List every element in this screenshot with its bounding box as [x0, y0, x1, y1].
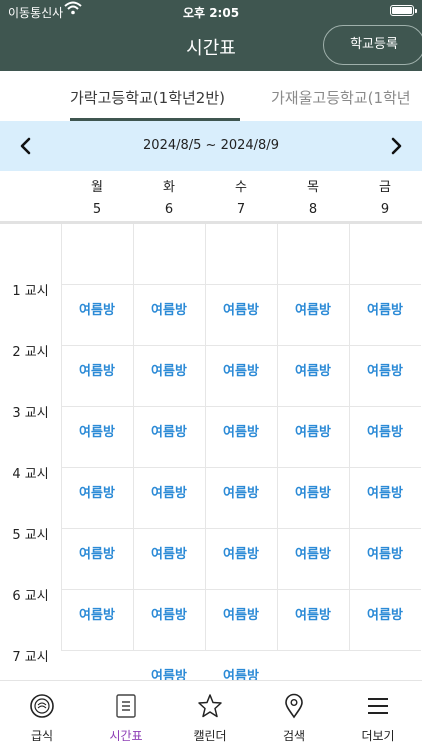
- timetable-cell[interactable]: [277, 285, 349, 346]
- timetable-cell[interactable]: [349, 590, 421, 651]
- timetable-cell[interactable]: [349, 224, 421, 285]
- timetable-row: 2 교시 여름방 여름방 여름방 여름방 여름방: [0, 285, 422, 379]
- timetable-cell[interactable]: [61, 285, 133, 346]
- timetable-row: 5 교시 여름방 여름방 여름방 여름방 여름방: [0, 468, 422, 562]
- nav-label: 시간표: [109, 729, 143, 743]
- timetable-row: 3 교시 여름방 여름방 여름방 여름방 여름방: [0, 346, 422, 440]
- register-school-button[interactable]: 학교등록: [323, 25, 422, 65]
- day-name: 금: [379, 180, 391, 195]
- tab-school-gajaeul[interactable]: 가재울고등학교(1학년: [271, 87, 411, 108]
- day-date: 7: [236, 202, 246, 217]
- timetable-cell[interactable]: [205, 407, 277, 468]
- day-column-header: 목 8: [277, 177, 349, 221]
- timetable-row: 1 교시 여름방 여름방 여름방 여름방 여름방: [0, 224, 422, 318]
- nav-label: 검색: [282, 729, 306, 743]
- timetable-cell[interactable]: [133, 346, 205, 407]
- nav-item-more[interactable]: 더보기: [336, 687, 420, 747]
- timetable-cell[interactable]: [205, 590, 277, 651]
- timetable-grid: 1 교시 여름방 여름방 여름방 여름방 여름방 2 교시 여름방 여름방 여름…: [0, 224, 422, 680]
- timetable-cell[interactable]: [205, 529, 277, 590]
- nav-label: 캘린더: [193, 729, 227, 743]
- timetable-cell[interactable]: [277, 468, 349, 529]
- nav-label: 급식: [30, 729, 54, 743]
- period-label: 7 교시: [12, 650, 49, 665]
- day-name: 화: [163, 180, 175, 195]
- timetable-cell[interactable]: [133, 590, 205, 651]
- timetable-cell[interactable]: [205, 224, 277, 285]
- day-column-header: 수 7: [205, 177, 277, 221]
- week-navigator: 2024/8/5 ~ 2024/8/9: [0, 121, 422, 171]
- timetable-cell[interactable]: [61, 590, 133, 651]
- day-column-header: 금 9: [349, 177, 421, 221]
- status-time: 오후 2:05: [182, 6, 240, 20]
- day-column-header: 화 6: [133, 177, 205, 221]
- timetable-cell[interactable]: [277, 346, 349, 407]
- day-name: 목: [307, 180, 319, 195]
- timetable-cell[interactable]: [205, 346, 277, 407]
- day-date: 6: [164, 202, 174, 217]
- timetable-cell[interactable]: [205, 285, 277, 346]
- nav-label: 더보기: [361, 729, 395, 743]
- week-range: 2024/8/5 ~ 2024/8/9: [143, 138, 279, 153]
- timetable-cell[interactable]: [277, 224, 349, 285]
- timetable-cell[interactable]: [133, 224, 205, 285]
- timetable-cell[interactable]: [349, 407, 421, 468]
- timetable-cell[interactable]: [61, 407, 133, 468]
- nav-item-calendar[interactable]: 캘린더: [168, 687, 252, 747]
- day-date: 5: [92, 202, 102, 217]
- star-icon: [198, 694, 222, 718]
- timetable-cell[interactable]: [61, 529, 133, 590]
- timetable-cell[interactable]: [61, 346, 133, 407]
- timetable-cell[interactable]: [349, 346, 421, 407]
- timetable-cell[interactable]: [277, 590, 349, 651]
- timetable-cell[interactable]: [61, 224, 133, 285]
- school-tabs: 가락고등학교(1학년2반) 가재울고등학교(1학년: [0, 71, 422, 121]
- timetable-cell[interactable]: [133, 468, 205, 529]
- timetable-cell[interactable]: [277, 529, 349, 590]
- day-date: 9: [380, 202, 390, 217]
- day-name: 월: [91, 180, 103, 195]
- tab-school-garak[interactable]: 가락고등학교(1학년2반): [70, 87, 225, 108]
- day-name: 수: [235, 180, 247, 195]
- timetable-icon: [116, 694, 136, 718]
- battery-icon: [390, 5, 417, 16]
- timetable-cell[interactable]: [349, 468, 421, 529]
- timetable-row: 4 교시 여름방 여름방 여름방 여름방 여름방: [0, 407, 422, 501]
- bottom-nav: 급식 시간표 캘린더 검색 더보기: [0, 680, 422, 750]
- nav-item-search[interactable]: 검색: [252, 687, 336, 747]
- timetable-row: 6 교시 여름방 여름방 여름방 여름방 여름방: [0, 529, 422, 623]
- timetable-cell[interactable]: [61, 468, 133, 529]
- timetable-cell[interactable]: [133, 529, 205, 590]
- subject-label: 여름방: [151, 669, 187, 680]
- app-header: 이동통신사 오후 2:05 시간표 학교등록: [0, 0, 422, 71]
- timetable-cell[interactable]: [277, 407, 349, 468]
- meal-plate-icon: [30, 694, 54, 718]
- timetable-cell[interactable]: [133, 407, 205, 468]
- day-date: 8: [308, 202, 318, 217]
- status-bar: 이동통신사 오후 2:05: [0, 0, 422, 22]
- subject-label: 여름방: [223, 669, 259, 680]
- day-column-header: 월 5: [61, 177, 133, 221]
- timetable-cell[interactable]: [349, 529, 421, 590]
- timetable-cell[interactable]: [205, 468, 277, 529]
- nav-item-timetable[interactable]: 시간표: [84, 687, 168, 747]
- chevron-right-icon[interactable]: [385, 135, 407, 157]
- timetable-row: 7 교시 여름방 여름방: [0, 590, 422, 680]
- location-pin-icon: [285, 693, 303, 719]
- nav-item-meal[interactable]: 급식: [0, 687, 84, 747]
- timetable-cell[interactable]: [133, 285, 205, 346]
- day-header: 월 5 화 6 수 7 목 8 금 9: [0, 171, 422, 224]
- timetable-cell[interactable]: [349, 285, 421, 346]
- menu-icon: [368, 698, 388, 714]
